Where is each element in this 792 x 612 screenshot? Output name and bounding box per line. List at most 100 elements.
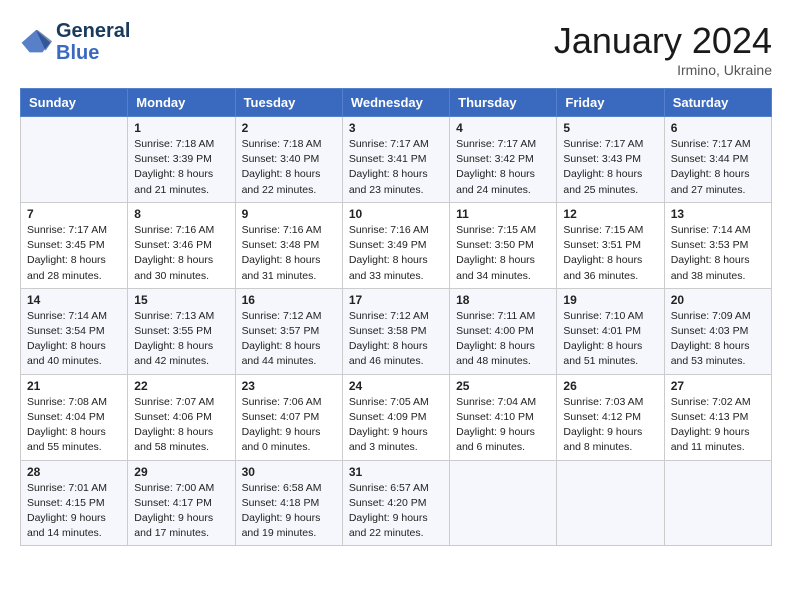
day-number: 17: [349, 293, 443, 307]
header-day-wednesday: Wednesday: [342, 89, 449, 117]
cell-content: Sunrise: 7:01 AM Sunset: 4:15 PM Dayligh…: [27, 481, 121, 542]
day-number: 11: [456, 207, 550, 221]
cell-content: Sunrise: 7:00 AM Sunset: 4:17 PM Dayligh…: [134, 481, 228, 542]
logo-general: General: [56, 20, 130, 42]
day-number: 7: [27, 207, 121, 221]
calendar-cell: 20 Sunrise: 7:09 AM Sunset: 4:03 PM Dayli…: [664, 288, 771, 374]
day-number: 26: [563, 379, 657, 393]
week-row-4: 28Sunrise: 7:01 AM Sunset: 4:15 PM Dayli…: [21, 460, 772, 546]
calendar-body: 1 Sunrise: 7:18 AM Sunset: 3:39 PM Daylig…: [21, 117, 772, 546]
header-day-friday: Friday: [557, 89, 664, 117]
cell-content: Sunrise: 7:06 AM Sunset: 4:07 PM Dayligh…: [242, 395, 336, 456]
cell-content: Sunrise: 7:18 AM Sunset: 3:39 PM Dayligh…: [134, 137, 228, 198]
cell-content: Sunrise: 7:16 AM Sunset: 3:46 PM Dayligh…: [134, 223, 228, 284]
week-row-3: 21Sunrise: 7:08 AM Sunset: 4:04 PM Dayli…: [21, 374, 772, 460]
header-day-tuesday: Tuesday: [235, 89, 342, 117]
day-number: 5: [563, 121, 657, 135]
calendar-cell: [557, 460, 664, 546]
cell-content: Sunrise: 6:58 AM Sunset: 4:18 PM Dayligh…: [242, 481, 336, 542]
day-number: 25: [456, 379, 550, 393]
cell-content: Sunrise: 7:10 AM Sunset: 4:01 PM Dayligh…: [563, 309, 657, 370]
calendar-cell: 31Sunrise: 6:57 AM Sunset: 4:20 PM Dayli…: [342, 460, 449, 546]
cell-content: Sunrise: 7:17 AM Sunset: 3:45 PM Dayligh…: [27, 223, 121, 284]
logo-icon: [20, 28, 52, 56]
cell-content: Sunrise: 7:18 AM Sunset: 3:40 PM Dayligh…: [242, 137, 336, 198]
cell-content: Sunrise: 7:14 AM Sunset: 3:54 PM Dayligh…: [27, 309, 121, 370]
calendar-cell: 28Sunrise: 7:01 AM Sunset: 4:15 PM Dayli…: [21, 460, 128, 546]
cell-content: Sunrise: 7:17 AM Sunset: 3:41 PM Dayligh…: [349, 137, 443, 198]
cell-content: Sunrise: 7:17 AM Sunset: 3:44 PM Dayligh…: [671, 137, 765, 198]
day-number: 30: [242, 465, 336, 479]
week-row-2: 14Sunrise: 7:14 AM Sunset: 3:54 PM Dayli…: [21, 288, 772, 374]
calendar-table: SundayMondayTuesdayWednesdayThursdayFrid…: [20, 88, 772, 546]
day-number: 4: [456, 121, 550, 135]
calendar-cell: 21Sunrise: 7:08 AM Sunset: 4:04 PM Dayli…: [21, 374, 128, 460]
calendar-cell: [664, 460, 771, 546]
header-day-saturday: Saturday: [664, 89, 771, 117]
calendar-cell: 2 Sunrise: 7:18 AM Sunset: 3:40 PM Daylig…: [235, 117, 342, 203]
cell-content: Sunrise: 7:15 AM Sunset: 3:51 PM Dayligh…: [563, 223, 657, 284]
calendar-cell: 5Sunrise: 7:17 AM Sunset: 3:43 PM Daylig…: [557, 117, 664, 203]
location: Irmino, Ukraine: [554, 62, 772, 78]
calendar-header: SundayMondayTuesdayWednesdayThursdayFrid…: [21, 89, 772, 117]
cell-content: Sunrise: 7:11 AM Sunset: 4:00 PM Dayligh…: [456, 309, 550, 370]
calendar-cell: 7 Sunrise: 7:17 AM Sunset: 3:45 PM Daylig…: [21, 202, 128, 288]
cell-content: Sunrise: 6:57 AM Sunset: 4:20 PM Dayligh…: [349, 481, 443, 542]
cell-content: Sunrise: 7:12 AM Sunset: 3:57 PM Dayligh…: [242, 309, 336, 370]
header-day-monday: Monday: [128, 89, 235, 117]
header-day-sunday: Sunday: [21, 89, 128, 117]
calendar-cell: 4Sunrise: 7:17 AM Sunset: 3:42 PM Daylig…: [450, 117, 557, 203]
calendar-cell: 14Sunrise: 7:14 AM Sunset: 3:54 PM Dayli…: [21, 288, 128, 374]
page-header: General Blue January 2024 Irmino, Ukrain…: [20, 20, 772, 78]
day-number: 10: [349, 207, 443, 221]
cell-content: Sunrise: 7:13 AM Sunset: 3:55 PM Dayligh…: [134, 309, 228, 370]
day-number: 19: [563, 293, 657, 307]
calendar-cell: 26 Sunrise: 7:03 AM Sunset: 4:12 PM Dayli…: [557, 374, 664, 460]
day-number: 6: [671, 121, 765, 135]
day-number: 8: [134, 207, 228, 221]
title-area: January 2024 Irmino, Ukraine: [554, 20, 772, 78]
calendar-cell: 12 Sunrise: 7:15 AM Sunset: 3:51 PM Dayli…: [557, 202, 664, 288]
calendar-cell: 17 Sunrise: 7:12 AM Sunset: 3:58 PM Dayli…: [342, 288, 449, 374]
logo-text: General Blue: [56, 20, 130, 64]
header-row: SundayMondayTuesdayWednesdayThursdayFrid…: [21, 89, 772, 117]
calendar-cell: 11 Sunrise: 7:15 AM Sunset: 3:50 PM Dayli…: [450, 202, 557, 288]
day-number: 24: [349, 379, 443, 393]
calendar-cell: [21, 117, 128, 203]
cell-content: Sunrise: 7:09 AM Sunset: 4:03 PM Dayligh…: [671, 309, 765, 370]
day-number: 9: [242, 207, 336, 221]
day-number: 20: [671, 293, 765, 307]
cell-content: Sunrise: 7:16 AM Sunset: 3:49 PM Dayligh…: [349, 223, 443, 284]
day-number: 12: [563, 207, 657, 221]
cell-content: Sunrise: 7:14 AM Sunset: 3:53 PM Dayligh…: [671, 223, 765, 284]
cell-content: Sunrise: 7:02 AM Sunset: 4:13 PM Dayligh…: [671, 395, 765, 456]
cell-content: Sunrise: 7:03 AM Sunset: 4:12 PM Dayligh…: [563, 395, 657, 456]
calendar-cell: 19 Sunrise: 7:10 AM Sunset: 4:01 PM Dayli…: [557, 288, 664, 374]
cell-content: Sunrise: 7:12 AM Sunset: 3:58 PM Dayligh…: [349, 309, 443, 370]
calendar-cell: 15Sunrise: 7:13 AM Sunset: 3:55 PM Dayli…: [128, 288, 235, 374]
calendar-cell: 3 Sunrise: 7:17 AM Sunset: 3:41 PM Daylig…: [342, 117, 449, 203]
calendar-cell: 25 Sunrise: 7:04 AM Sunset: 4:10 PM Dayli…: [450, 374, 557, 460]
day-number: 3: [349, 121, 443, 135]
calendar-cell: [450, 460, 557, 546]
calendar-cell: 22Sunrise: 7:07 AM Sunset: 4:06 PM Dayli…: [128, 374, 235, 460]
cell-content: Sunrise: 7:16 AM Sunset: 3:48 PM Dayligh…: [242, 223, 336, 284]
day-number: 2: [242, 121, 336, 135]
week-row-0: 1 Sunrise: 7:18 AM Sunset: 3:39 PM Daylig…: [21, 117, 772, 203]
header-day-thursday: Thursday: [450, 89, 557, 117]
month-title: January 2024: [554, 20, 772, 62]
day-number: 22: [134, 379, 228, 393]
calendar-cell: 9 Sunrise: 7:16 AM Sunset: 3:48 PM Daylig…: [235, 202, 342, 288]
calendar-cell: 16Sunrise: 7:12 AM Sunset: 3:57 PM Dayli…: [235, 288, 342, 374]
calendar-cell: 1 Sunrise: 7:18 AM Sunset: 3:39 PM Daylig…: [128, 117, 235, 203]
logo-blue: Blue: [56, 42, 99, 64]
day-number: 1: [134, 121, 228, 135]
cell-content: Sunrise: 7:15 AM Sunset: 3:50 PM Dayligh…: [456, 223, 550, 284]
calendar-cell: 23Sunrise: 7:06 AM Sunset: 4:07 PM Dayli…: [235, 374, 342, 460]
cell-content: Sunrise: 7:04 AM Sunset: 4:10 PM Dayligh…: [456, 395, 550, 456]
calendar-cell: 30 Sunrise: 6:58 AM Sunset: 4:18 PM Dayli…: [235, 460, 342, 546]
calendar-cell: 8 Sunrise: 7:16 AM Sunset: 3:46 PM Daylig…: [128, 202, 235, 288]
calendar-cell: 13Sunrise: 7:14 AM Sunset: 3:53 PM Dayli…: [664, 202, 771, 288]
calendar-cell: 6 Sunrise: 7:17 AM Sunset: 3:44 PM Daylig…: [664, 117, 771, 203]
cell-content: Sunrise: 7:05 AM Sunset: 4:09 PM Dayligh…: [349, 395, 443, 456]
